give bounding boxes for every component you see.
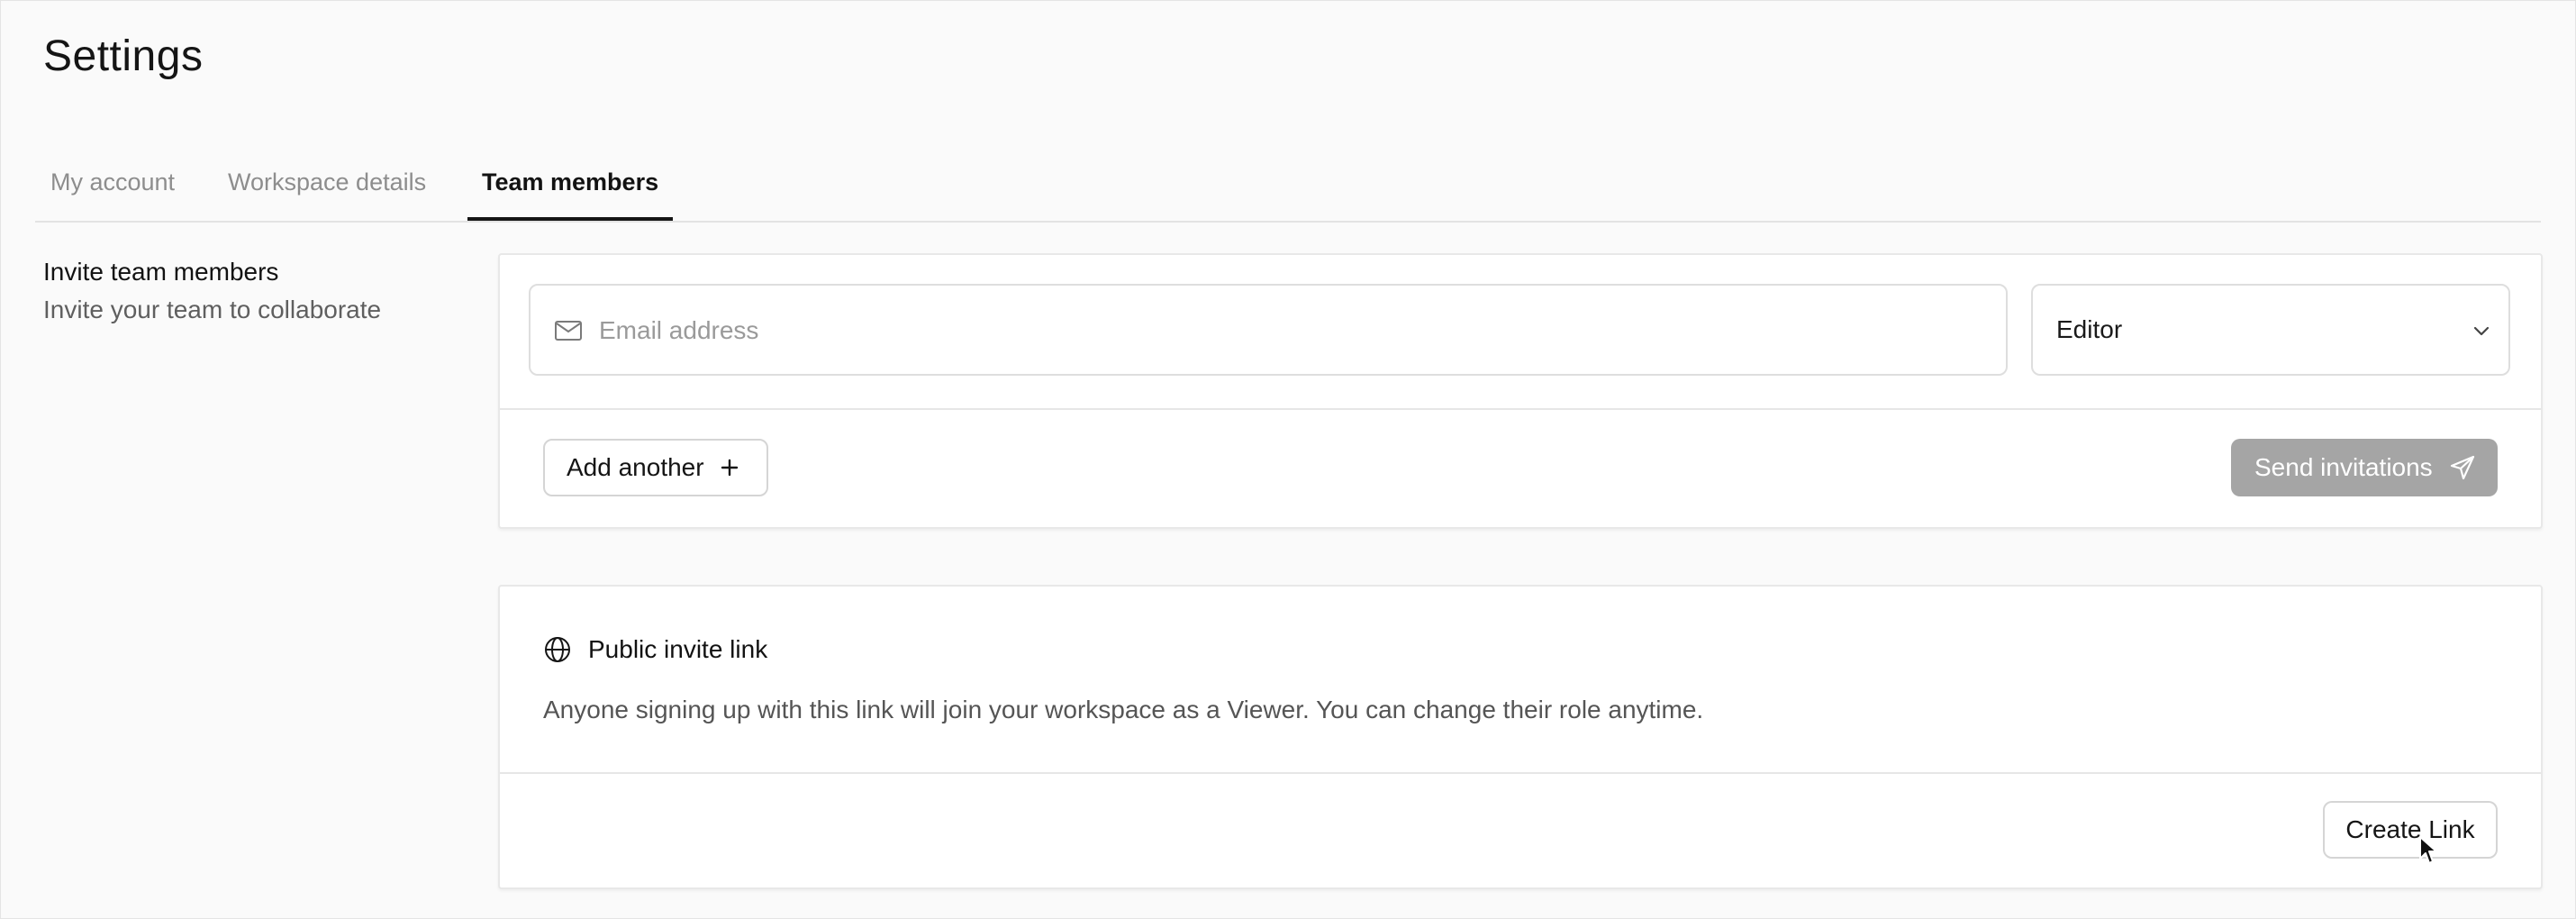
public-invite-link-card: Public invite link Anyone signing up wit… [498,585,2543,889]
card-divider [500,772,2541,774]
add-another-button[interactable]: Add another [543,439,768,496]
send-icon [2450,455,2474,480]
invite-section-label: Invite team members Invite your team to … [43,253,381,329]
public-link-title: Public invite link [588,635,768,663]
role-select[interactable]: Editor [2031,284,2510,376]
send-invitations-label: Send invitations [2254,453,2433,481]
tab-my-account[interactable]: My account [50,145,175,219]
page-title: Settings [43,32,204,80]
public-link-description: Anyone signing up with this link will jo… [543,696,1704,723]
tab-workspace-details[interactable]: Workspace details [228,145,426,219]
email-field[interactable] [529,284,2008,376]
globe-icon [545,637,570,662]
mail-icon [555,321,582,341]
plus-icon [721,459,738,477]
section-title: Invite team members [43,258,279,286]
invite-card: Editor Add another Send invitations [498,253,2543,529]
create-link-button[interactable]: Create Link [2323,801,2498,859]
tab-team-members[interactable]: Team members [467,145,674,221]
email-input[interactable] [597,286,1988,376]
card-divider [500,408,2541,410]
section-description: Invite your team to collaborate [43,296,382,323]
send-invitations-button[interactable]: Send invitations [2231,439,2498,496]
add-another-label: Add another [567,453,704,481]
role-select-value: Editor [2056,315,2123,343]
chevron-down-icon [2473,326,2490,336]
settings-tabs: My account Workspace details Team member… [35,145,2541,223]
public-link-header: Public invite link [543,633,767,666]
settings-page: Settings My account Workspace details Te… [0,0,2576,919]
